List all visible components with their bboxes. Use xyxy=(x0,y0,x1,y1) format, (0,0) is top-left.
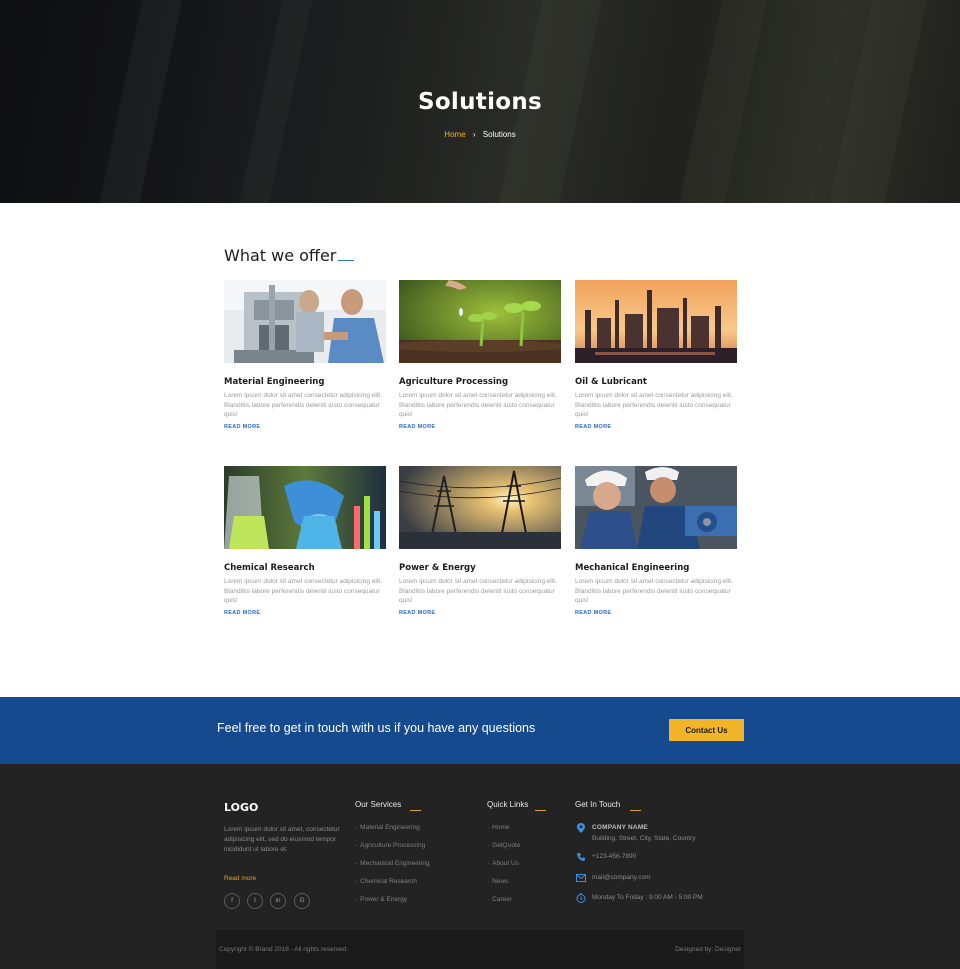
material-engineering-image[interactable] xyxy=(224,280,386,363)
map-pin-icon xyxy=(577,823,585,833)
mechanical-engineering-image[interactable] xyxy=(575,466,737,549)
heading-underline xyxy=(535,810,546,811)
read-more-link[interactable]: READ MORE xyxy=(224,424,260,430)
card-description: Lorem ipsum dolor sit amet consectetur a… xyxy=(224,392,382,418)
cta-text: Feel free to get in touch with us if you… xyxy=(217,721,536,735)
breadcrumb: Home › Solutions xyxy=(0,130,960,139)
designer-credit: Designed by: Designer xyxy=(675,946,741,953)
twitter-icon[interactable]: t xyxy=(247,893,263,909)
card-description: Lorem ipsum dolor sit amet consectetur a… xyxy=(575,578,733,604)
linkedin-icon[interactable]: in xyxy=(270,893,286,909)
contact-us-button[interactable]: Contact Us xyxy=(669,719,744,741)
card-description: Lorem ipsum dolor sit amet consectetur a… xyxy=(575,392,733,418)
quick-links-heading: Quick Links xyxy=(487,800,529,809)
chemical-research-image[interactable] xyxy=(224,466,386,549)
services-heading: Our Services xyxy=(355,800,402,809)
mail-icon xyxy=(576,874,586,882)
footer-service-link[interactable]: - Agriculture Processing xyxy=(355,842,425,849)
footer-service-link[interactable]: - Power & Energy xyxy=(355,896,407,903)
read-more-link[interactable]: READ MORE xyxy=(399,424,435,430)
business-hours: Monday To Friday : 9:00 AM - 5:00 PM xyxy=(592,894,703,901)
card-description: Lorem ipsum dolor sit amet consectetur a… xyxy=(224,578,382,604)
chevron-right-icon: › xyxy=(472,130,476,139)
footer-service-link[interactable]: - Material Engineering xyxy=(355,824,420,831)
get-in-touch-heading: Get In Touch xyxy=(575,800,621,809)
phone-icon xyxy=(577,853,585,861)
oil-lubricant-image[interactable] xyxy=(575,280,737,363)
section-title: What we offer xyxy=(224,246,337,265)
footer-quick-link[interactable]: - Home xyxy=(487,824,510,831)
company-phone[interactable]: +123-456-7890 xyxy=(592,853,636,860)
footer-quick-link[interactable]: - GetQuote xyxy=(487,842,520,849)
copyright-text: Copyright © Brand 2018 - All rights rese… xyxy=(219,946,349,953)
footer-quick-link[interactable]: - Career xyxy=(487,896,512,903)
footer-bottom-bar: Copyright © Brand 2018 - All rights rese… xyxy=(216,930,744,969)
card-title: Power & Energy xyxy=(399,563,476,573)
footer-read-more-link[interactable]: Read more xyxy=(224,875,256,882)
card-description: Lorem ipsum dolor sit amet consectetur a… xyxy=(399,392,557,418)
card-title: Mechanical Engineering xyxy=(575,563,690,573)
read-more-link[interactable]: READ MORE xyxy=(575,610,611,616)
card-title: Oil & Lubricant xyxy=(575,377,647,387)
title-underline xyxy=(338,260,354,261)
agriculture-processing-image[interactable] xyxy=(399,280,561,363)
facebook-icon[interactable]: f xyxy=(224,893,240,909)
read-more-link[interactable]: READ MORE xyxy=(399,610,435,616)
card-title: Agriculture Processing xyxy=(399,377,509,387)
footer-logo[interactable]: LOGO xyxy=(224,801,258,814)
footer: LOGO Lorem ipsum dolor sit amet, consect… xyxy=(0,764,960,969)
company-name: COMPANY NAME xyxy=(592,824,648,831)
power-energy-image[interactable] xyxy=(399,466,561,549)
company-address: Building, Street, City, State, Country xyxy=(592,835,696,842)
google-icon[interactable]: G xyxy=(294,893,310,909)
card-title: Material Engineering xyxy=(224,377,325,387)
company-email[interactable]: mail@company.com xyxy=(592,874,651,881)
read-more-link[interactable]: READ MORE xyxy=(575,424,611,430)
clock-icon xyxy=(576,893,586,903)
read-more-link[interactable]: READ MORE xyxy=(224,610,260,616)
breadcrumb-current: Solutions xyxy=(482,130,516,139)
card-description: Lorem ipsum dolor sit amet consectetur a… xyxy=(399,578,557,604)
footer-about-text: Lorem ipsum dolor sit amet, consectetur … xyxy=(224,826,340,853)
heading-underline xyxy=(630,810,641,811)
footer-service-link[interactable]: - Mechanical Engineering xyxy=(355,860,430,867)
card-title: Chemical Research xyxy=(224,563,315,573)
hero-banner: Solutions Home › Solutions xyxy=(0,0,960,203)
footer-quick-link[interactable]: - News xyxy=(487,878,508,885)
heading-underline xyxy=(410,810,421,811)
cta-banner: Feel free to get in touch with us if you… xyxy=(0,697,960,764)
footer-service-link[interactable]: - Chemical Research xyxy=(355,878,417,885)
page-title: Solutions xyxy=(417,89,543,115)
footer-quick-link[interactable]: - About Us xyxy=(487,860,519,867)
breadcrumb-home-link[interactable]: Home xyxy=(444,130,465,139)
